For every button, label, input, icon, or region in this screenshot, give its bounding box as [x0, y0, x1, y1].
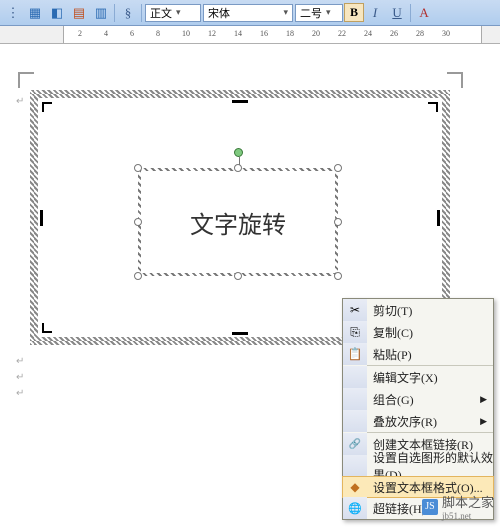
watermark-text: 脚本之家: [442, 492, 494, 511]
resize-handle[interactable]: [234, 272, 242, 280]
crop-handle[interactable]: [40, 210, 43, 226]
crop-handle[interactable]: [232, 100, 248, 103]
ruler-tick: 4: [104, 29, 108, 38]
menu-copy[interactable]: ⎘ 复制(C): [343, 321, 493, 343]
ruler-tick: 22: [338, 29, 346, 38]
separator: [410, 4, 411, 22]
tool-icon-5[interactable]: §: [118, 3, 138, 23]
underline-button[interactable]: U: [387, 3, 407, 23]
submenu-arrow-icon: ▶: [480, 416, 487, 427]
paragraph-mark-icon: ↵: [16, 388, 24, 399]
toolbar-handle-icon[interactable]: ⋮: [3, 3, 23, 23]
scissors-icon: ✂: [350, 303, 360, 318]
ruler-tick: 24: [364, 29, 372, 38]
formatting-toolbar: ⋮ ▦ ◧ ▤ ▥ § 正文▾ 宋体▾ 二号▾ B I U A: [0, 0, 500, 26]
ruler-tick: 12: [208, 29, 216, 38]
watermark-logo-icon: JS: [422, 499, 438, 515]
watermark-url: jb51.net: [442, 511, 494, 521]
separator: [141, 4, 142, 22]
resize-handle[interactable]: [334, 164, 342, 172]
size-selector[interactable]: 二号▾: [295, 4, 343, 22]
crop-corner-icon: [428, 102, 438, 112]
tool-icon-4[interactable]: ▥: [91, 3, 111, 23]
tool-icon-2[interactable]: ◧: [47, 3, 67, 23]
crop-handle[interactable]: [232, 332, 248, 335]
paragraph-mark-icon: ↵: [16, 372, 24, 383]
margin-corner-tl: [18, 72, 34, 88]
menu-label: 复制(C): [367, 324, 493, 341]
italic-button[interactable]: I: [365, 3, 385, 23]
font-color-button[interactable]: A: [414, 3, 434, 23]
menu-autoshape-default[interactable]: 设置自选图形的默认效果(D): [343, 455, 493, 477]
ruler-tick: 14: [234, 29, 242, 38]
menu-label: 组合(G): [367, 391, 493, 408]
resize-handle[interactable]: [134, 272, 142, 280]
ruler-tick: 8: [156, 29, 160, 38]
text-box-content: 文字旋转: [190, 205, 286, 240]
paste-icon: 📋: [348, 347, 363, 362]
paragraph-mark-icon: ↵: [16, 96, 24, 107]
size-label: 二号: [300, 5, 322, 21]
format-icon: ◆: [350, 480, 359, 495]
paragraph-mark-icon: ↵: [16, 356, 24, 367]
crop-corner-icon: [42, 323, 52, 333]
globe-icon: 🌐: [348, 502, 362, 515]
tool-icon-1[interactable]: ▦: [25, 3, 45, 23]
ruler-tick: 16: [260, 29, 268, 38]
menu-paste[interactable]: 📋 粘贴(P): [343, 343, 493, 365]
ruler-tick: 30: [442, 29, 450, 38]
context-menu: ✂剪切(T) ⎘复制(C) 📋粘贴(P) 编辑文字(X) 组合(G)▶ 叠放次序…: [342, 298, 494, 520]
menu-edit-text[interactable]: 编辑文字(X): [343, 366, 493, 388]
menu-label: 剪切(T): [367, 302, 493, 319]
menu-group[interactable]: 组合(G)▶: [343, 388, 493, 410]
resize-handle[interactable]: [134, 164, 142, 172]
margin-corner-tr: [447, 72, 463, 88]
submenu-arrow-icon: ▶: [480, 394, 487, 405]
ruler-tick: 18: [286, 29, 294, 38]
ruler-tick: 6: [130, 29, 134, 38]
crop-corner-icon: [42, 102, 52, 112]
horizontal-ruler[interactable]: 2 4 6 8 10 12 14 16 18 20 22 24 26 28 30: [0, 26, 500, 44]
menu-label: 粘贴(P): [367, 346, 493, 363]
tool-icon-3[interactable]: ▤: [69, 3, 89, 23]
ruler-tick: 28: [416, 29, 424, 38]
separator: [114, 4, 115, 22]
style-selector[interactable]: 正文▾: [145, 4, 201, 22]
rotate-handle[interactable]: [234, 148, 243, 157]
text-box[interactable]: 文字旋转: [138, 168, 338, 276]
link-icon: 🔗: [349, 439, 361, 450]
ruler-tick: 20: [312, 29, 320, 38]
watermark: JS 脚本之家 jb51.net: [422, 492, 494, 521]
resize-handle[interactable]: [334, 218, 342, 226]
copy-icon: ⎘: [350, 325, 360, 340]
crop-handle[interactable]: [437, 210, 440, 226]
font-label: 宋体: [208, 5, 230, 21]
bold-button[interactable]: B: [344, 3, 364, 22]
menu-label: 叠放次序(R): [367, 413, 493, 430]
resize-handle[interactable]: [134, 218, 142, 226]
menu-cut[interactable]: ✂ 剪切(T): [343, 299, 493, 321]
ruler-tick: 10: [182, 29, 190, 38]
style-label: 正文: [150, 5, 172, 21]
menu-label: 编辑文字(X): [367, 369, 493, 386]
ruler-tick: 26: [390, 29, 398, 38]
resize-handle[interactable]: [334, 272, 342, 280]
menu-order[interactable]: 叠放次序(R)▶: [343, 410, 493, 432]
font-selector[interactable]: 宋体▾: [203, 4, 293, 22]
ruler-tick: 2: [78, 29, 82, 38]
resize-handle[interactable]: [234, 164, 242, 172]
